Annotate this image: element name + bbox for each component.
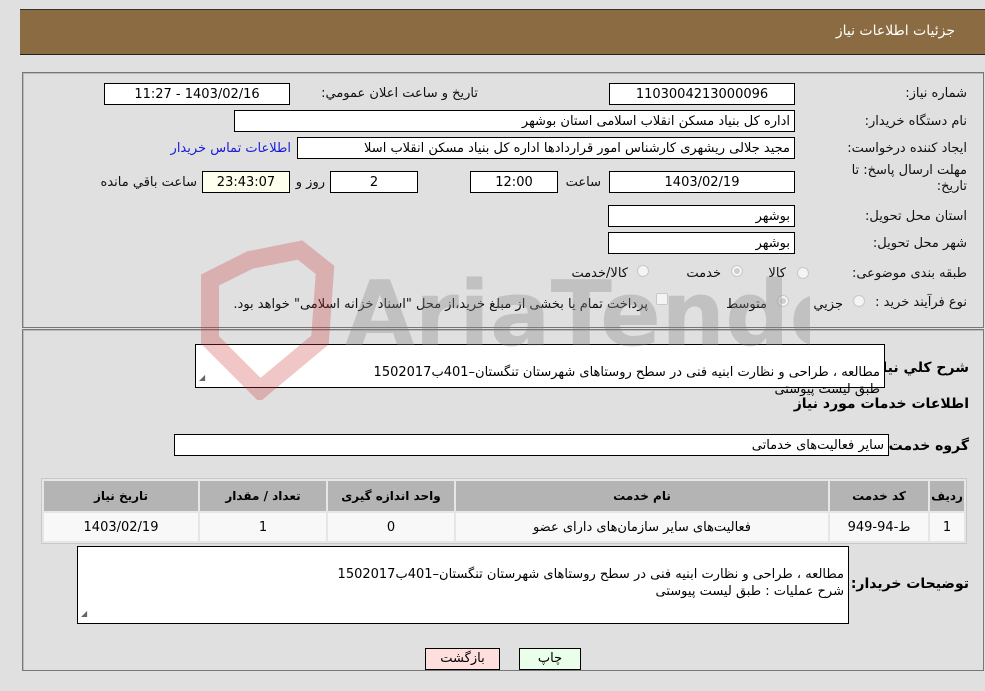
deadline-time-field[interactable]: 12:00: [470, 171, 558, 193]
process-radio-minor[interactable]: [853, 295, 865, 307]
cell-qty: 1: [200, 513, 326, 541]
category-radio-goods[interactable]: [797, 267, 809, 279]
services-section-title: اطلاعات خدمات مورد نیاز: [793, 396, 969, 412]
deadline-label-line1: مهلت ارسال پاسخ: تا: [851, 163, 967, 178]
services-table: ردیف کد خدمت نام خدمت واحد اندازه گیری ت…: [41, 478, 967, 544]
remaining-time-field: 23:43:07: [202, 171, 290, 193]
cell-row: 1: [930, 513, 964, 541]
page-title: جزئیات اطلاعات نیاز: [835, 23, 955, 39]
back-button[interactable]: بازگشت: [425, 648, 500, 670]
deadline-label-line2: تاریخ:: [936, 179, 967, 194]
resize-grip-icon[interactable]: ◢: [199, 369, 205, 386]
process-option-medium: متوسط: [726, 297, 767, 312]
remaining-label: ساعت باقي مانده: [100, 175, 197, 190]
services-panel: شرح کلي نیاز: مطالعه ، طراحی و نظارت ابن…: [22, 329, 984, 671]
page-header: جزئیات اطلاعات نیاز: [20, 9, 985, 55]
process-radio-medium[interactable]: [777, 295, 789, 307]
category-option-service: خدمت: [686, 266, 721, 281]
service-group-field[interactable]: سایر فعالیت‌های خدماتی: [174, 434, 889, 456]
cell-code: ط-94-949: [830, 513, 928, 541]
days-field[interactable]: 2: [330, 171, 418, 193]
province-label: استان محل تحویل:: [865, 209, 967, 224]
time-label: ساعت: [565, 175, 601, 190]
days-label: روز و: [295, 175, 325, 190]
col-date: تاریخ نیاز: [44, 481, 198, 511]
treasury-note: پرداخت تمام یا بخشی از مبلغ خرید،از محل …: [233, 297, 648, 312]
creator-label: ایجاد کننده درخواست:: [847, 141, 967, 156]
category-option-goods-service: کالا/خدمت: [571, 266, 628, 281]
col-row: ردیف: [930, 481, 964, 511]
category-label: طبقه بندی موضوعی:: [851, 266, 967, 281]
need-details-panel: شماره نیاز: 1103004213000096 تاریخ و ساع…: [22, 72, 984, 328]
buyer-org-field[interactable]: اداره کل بنیاد مسکن انقلاب اسلامی استان …: [234, 110, 795, 132]
category-radio-service[interactable]: [731, 265, 743, 277]
category-option-goods: کالا: [768, 266, 786, 281]
announce-datetime-field[interactable]: 1403/02/16 - 11:27: [104, 83, 290, 105]
col-unit: واحد اندازه گیری: [328, 481, 454, 511]
need-number-field[interactable]: 1103004213000096: [609, 83, 795, 105]
buyer-notes-textarea[interactable]: مطالعه ، طراحی و نظارت ابنیه فنی در سطح …: [77, 546, 849, 624]
cell-date: 1403/02/19: [44, 513, 198, 541]
city-field[interactable]: بوشهر: [608, 232, 795, 254]
buyer-notes-text: مطالعه ، طراحی و نظارت ابنیه فنی در سطح …: [337, 567, 844, 599]
cell-name: فعالیت‌های سایر سازمان‌های دارای عضو: [456, 513, 828, 541]
process-option-minor: جزيي: [813, 297, 843, 312]
service-group-label: گروه خدمت:: [883, 438, 969, 454]
resize-grip-icon[interactable]: ◢: [81, 605, 87, 622]
table-row: 1 ط-94-949 فعالیت‌های سایر سازمان‌های دا…: [44, 513, 964, 541]
col-name: نام خدمت: [456, 481, 828, 511]
col-qty: تعداد / مقدار: [200, 481, 326, 511]
col-code: کد خدمت: [830, 481, 928, 511]
summary-textarea[interactable]: مطالعه ، طراحی و نظارت ابنیه فنی در سطح …: [195, 344, 885, 397]
deadline-label: مهلت ارسال پاسخ: تا تاریخ:: [852, 163, 967, 195]
category-radio-goods-service[interactable]: [637, 265, 649, 277]
print-button[interactable]: چاپ: [519, 648, 581, 670]
summary-text: مطالعه ، طراحی و نظارت ابنیه فنی در سطح …: [373, 365, 880, 397]
buyer-contact-link[interactable]: اطلاعات تماس خریدار: [171, 141, 291, 156]
cell-unit: 0: [328, 513, 454, 541]
treasury-checkbox[interactable]: [656, 293, 668, 305]
buyer-notes-label: توضیحات خریدار:: [850, 576, 969, 592]
city-label: شهر محل تحویل:: [872, 236, 967, 251]
services-table-header: ردیف کد خدمت نام خدمت واحد اندازه گیری ت…: [44, 481, 964, 511]
province-field[interactable]: بوشهر: [608, 205, 795, 227]
announce-label: تاریخ و ساعت اعلان عمومي:: [321, 86, 478, 101]
need-number-label: شماره نیاز:: [905, 86, 967, 101]
creator-field[interactable]: مجید جلالی ریشهری کارشناس امور قراردادها…: [297, 137, 795, 159]
buyer-org-label: نام دستگاه خریدار:: [864, 114, 967, 129]
deadline-date-field[interactable]: 1403/02/19: [609, 171, 795, 193]
process-label: نوع فرآیند خرید :: [875, 295, 967, 310]
